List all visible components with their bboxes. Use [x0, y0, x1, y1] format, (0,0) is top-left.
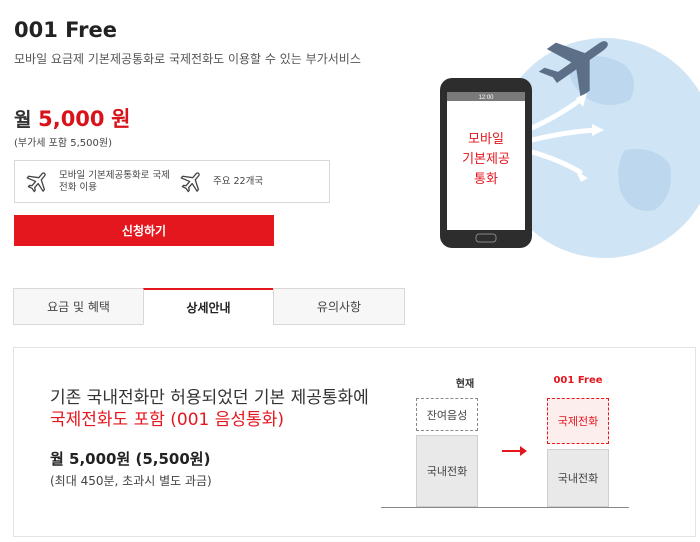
feature-item: 주요 22개국: [179, 161, 319, 202]
tab-pricing-benefits[interactable]: 요금 및 혜택: [13, 288, 144, 325]
phone-text-line: 기본제공: [462, 152, 510, 167]
phone-illustration: 12:00 모바일 기본제공 통화: [440, 78, 532, 248]
compare-domestic-current: 국내전화: [416, 435, 478, 507]
compare-domestic-new: 국내전화: [547, 449, 609, 507]
apply-button[interactable]: 신청하기: [14, 215, 274, 246]
price-vat-note: (부가세 포함 5,500원): [14, 138, 112, 149]
price: 월 5,000 원: [14, 103, 131, 133]
compare-label-new: 001 Free: [553, 375, 603, 386]
phone-text-line: 모바일: [468, 132, 504, 147]
compare-baseline: [381, 507, 629, 508]
compare-label-current: 현재: [455, 379, 475, 390]
airplane-icon: [180, 171, 200, 192]
phone-text-line: 통화: [474, 172, 498, 187]
detail-highlight: 국제전화도 포함 (001 음성통화): [50, 410, 284, 430]
feature-box: 모바일 기본제공통화로 국제전화 이용 주요 22개국: [14, 160, 330, 203]
feature-item: 모바일 기본제공통화로 국제전화 이용: [25, 161, 175, 202]
tab-bar: 요금 및 혜택 상세안내 유의사항: [13, 288, 405, 325]
phone-time: 12:00: [478, 95, 494, 101]
feature-text: 주요 22개국: [213, 175, 264, 187]
detail-panel: 기존 국내전화만 허용되었던 기본 제공통화에 국제전화도 포함 (001 음성…: [13, 347, 696, 537]
detail-note: (최대 450분, 초과시 별도 과금): [50, 474, 212, 488]
compare-remaining-voice: 잔여음성: [416, 398, 478, 431]
airplane-icon: [26, 171, 46, 192]
product-title: 001 Free: [14, 18, 117, 42]
tab-details[interactable]: 상세안내: [143, 288, 274, 325]
feature-text: 모바일 기본제공통화로 국제전화 이용: [59, 169, 170, 193]
product-subtitle: 모바일 요금제 기본제공통화로 국제전화도 이용할 수 있는 부가서비스: [14, 52, 361, 66]
hero-illustration: 12:00 모바일 기본제공 통화: [440, 38, 700, 258]
price-unit: 원: [111, 107, 131, 131]
price-amount: 5,000: [38, 107, 105, 131]
detail-price: 월 5,000원 (5,500원): [50, 450, 211, 468]
compare-international-new: 국제전화: [547, 398, 609, 444]
price-prefix: 월: [14, 109, 32, 131]
arrow-right-icon: [502, 446, 527, 456]
tab-notices[interactable]: 유의사항: [273, 288, 405, 325]
